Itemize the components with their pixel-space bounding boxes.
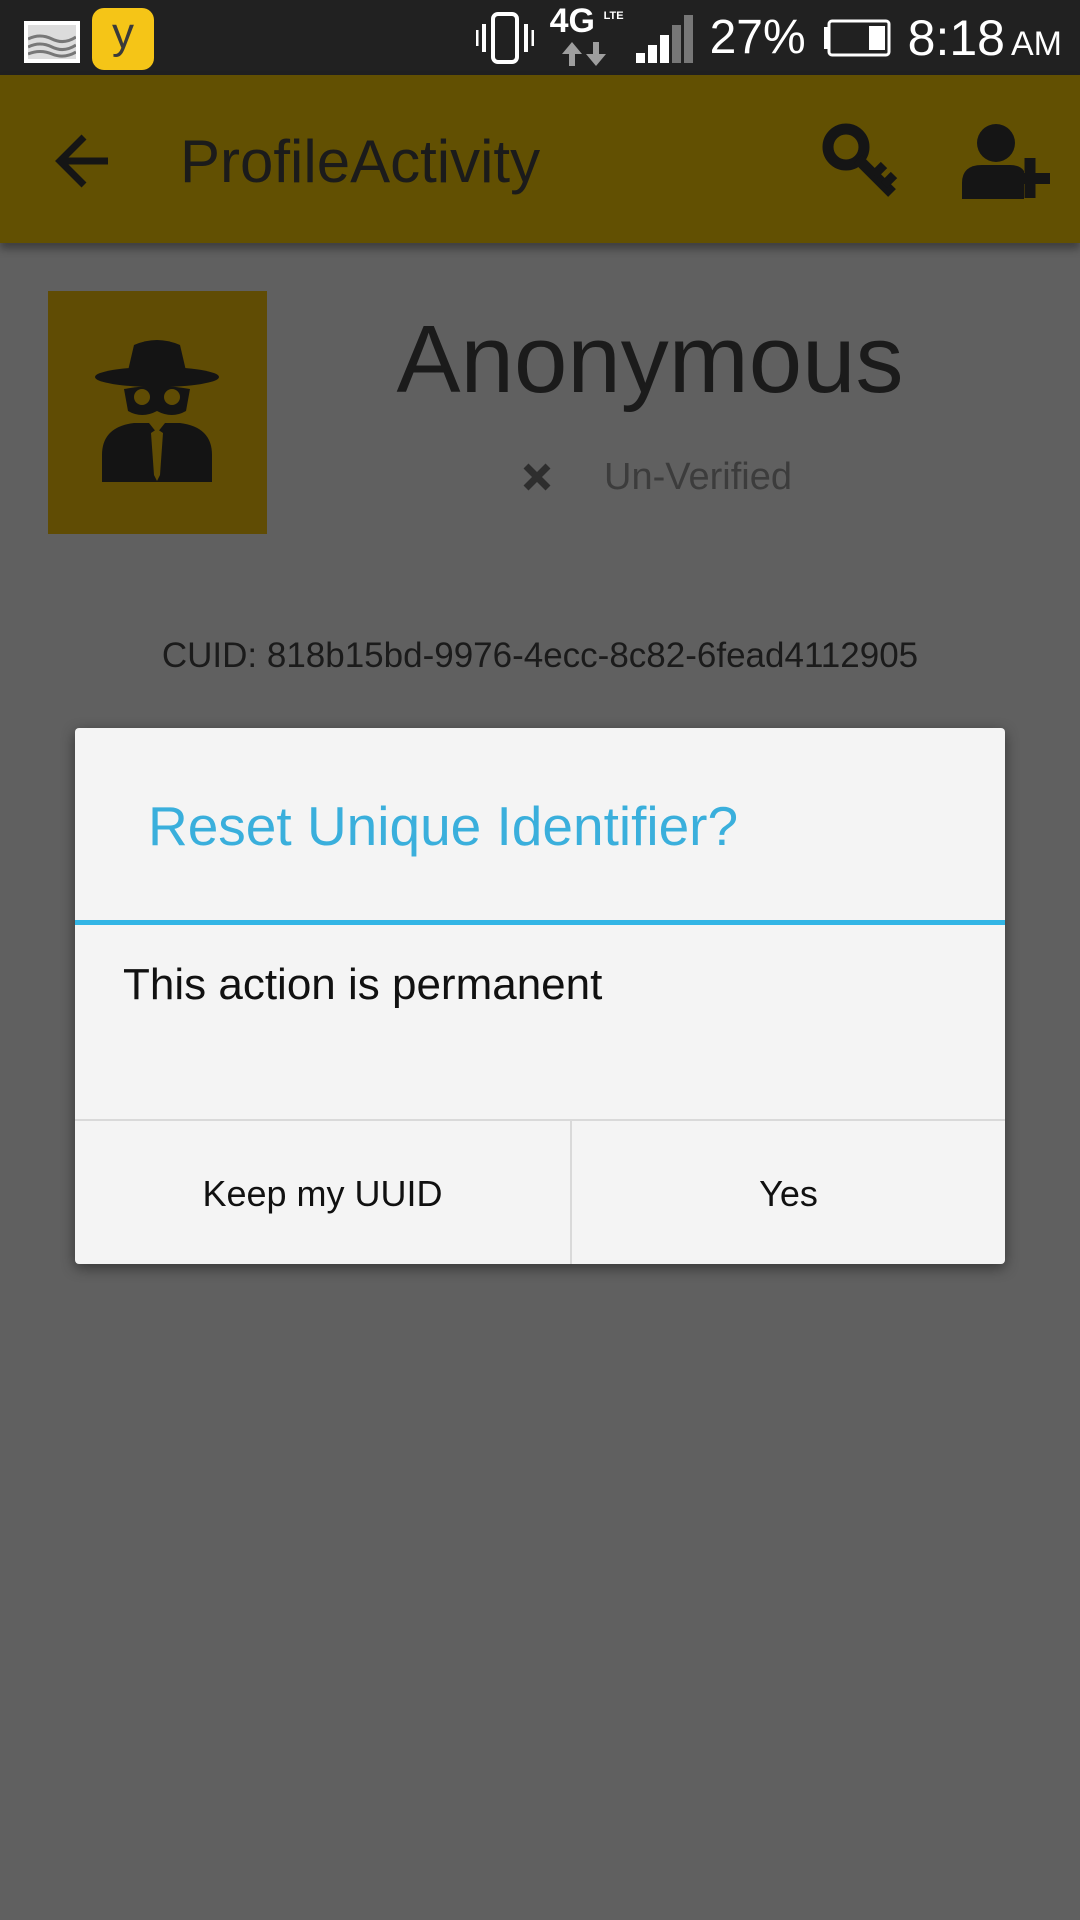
verification-label: Un-Verified xyxy=(604,455,792,498)
back-arrow-icon xyxy=(55,134,108,188)
profile-name: Anonymous xyxy=(396,306,904,413)
cross-icon xyxy=(523,463,551,491)
cuid-label: CUID: 818b15bd-9976-4ecc-8c82-6fead41129… xyxy=(161,636,919,675)
status-bar: y 4G LTE 27% 8:18 AM xyxy=(0,0,1080,75)
reset-uuid-dialog: Reset Unique Identifier? This action is … xyxy=(75,728,1005,1264)
vibrate-icon xyxy=(475,11,534,64)
back-button[interactable] xyxy=(52,129,116,193)
dialog-title-divider xyxy=(75,920,1005,925)
spy-icon xyxy=(95,340,219,482)
clock-ampm: AM xyxy=(1011,24,1062,63)
dialog-title: Reset Unique Identifier? xyxy=(148,795,739,857)
yes-button[interactable]: Yes xyxy=(572,1121,1005,1264)
network-indicator: 4G LTE xyxy=(550,2,624,70)
add-user-icon xyxy=(962,124,1050,199)
signal-icon xyxy=(635,14,693,63)
network-type: 4G xyxy=(549,1,595,40)
clock-time: 8:18 xyxy=(907,9,1005,66)
app-notification-letter: y xyxy=(112,9,134,58)
status-bar-left: y xyxy=(24,8,154,70)
avatar xyxy=(48,291,267,534)
app-title: ProfileActivity xyxy=(180,128,541,195)
battery-percent: 27% xyxy=(709,11,806,64)
battery-icon xyxy=(823,19,891,56)
reset-key-button[interactable] xyxy=(822,123,898,199)
network-subtype: LTE xyxy=(603,9,624,22)
add-user-button[interactable] xyxy=(960,121,1050,201)
dialog-message: This action is permanent xyxy=(123,960,603,1009)
data-activity-icon xyxy=(561,41,606,66)
clock: 8:18 AM xyxy=(908,9,1062,67)
app-bar: ProfileActivity xyxy=(0,75,1080,243)
status-bar-right: 4G LTE 27% 8:18 AM xyxy=(475,0,1062,75)
verification-status: Un-Verified xyxy=(520,452,792,502)
key-icon xyxy=(822,123,898,197)
app-notification-icon: y xyxy=(92,8,154,70)
dialog-button-row: Keep my UUID Yes xyxy=(75,1119,1005,1264)
keep-uuid-button[interactable]: Keep my UUID xyxy=(75,1121,572,1264)
gallery-icon xyxy=(24,21,80,63)
